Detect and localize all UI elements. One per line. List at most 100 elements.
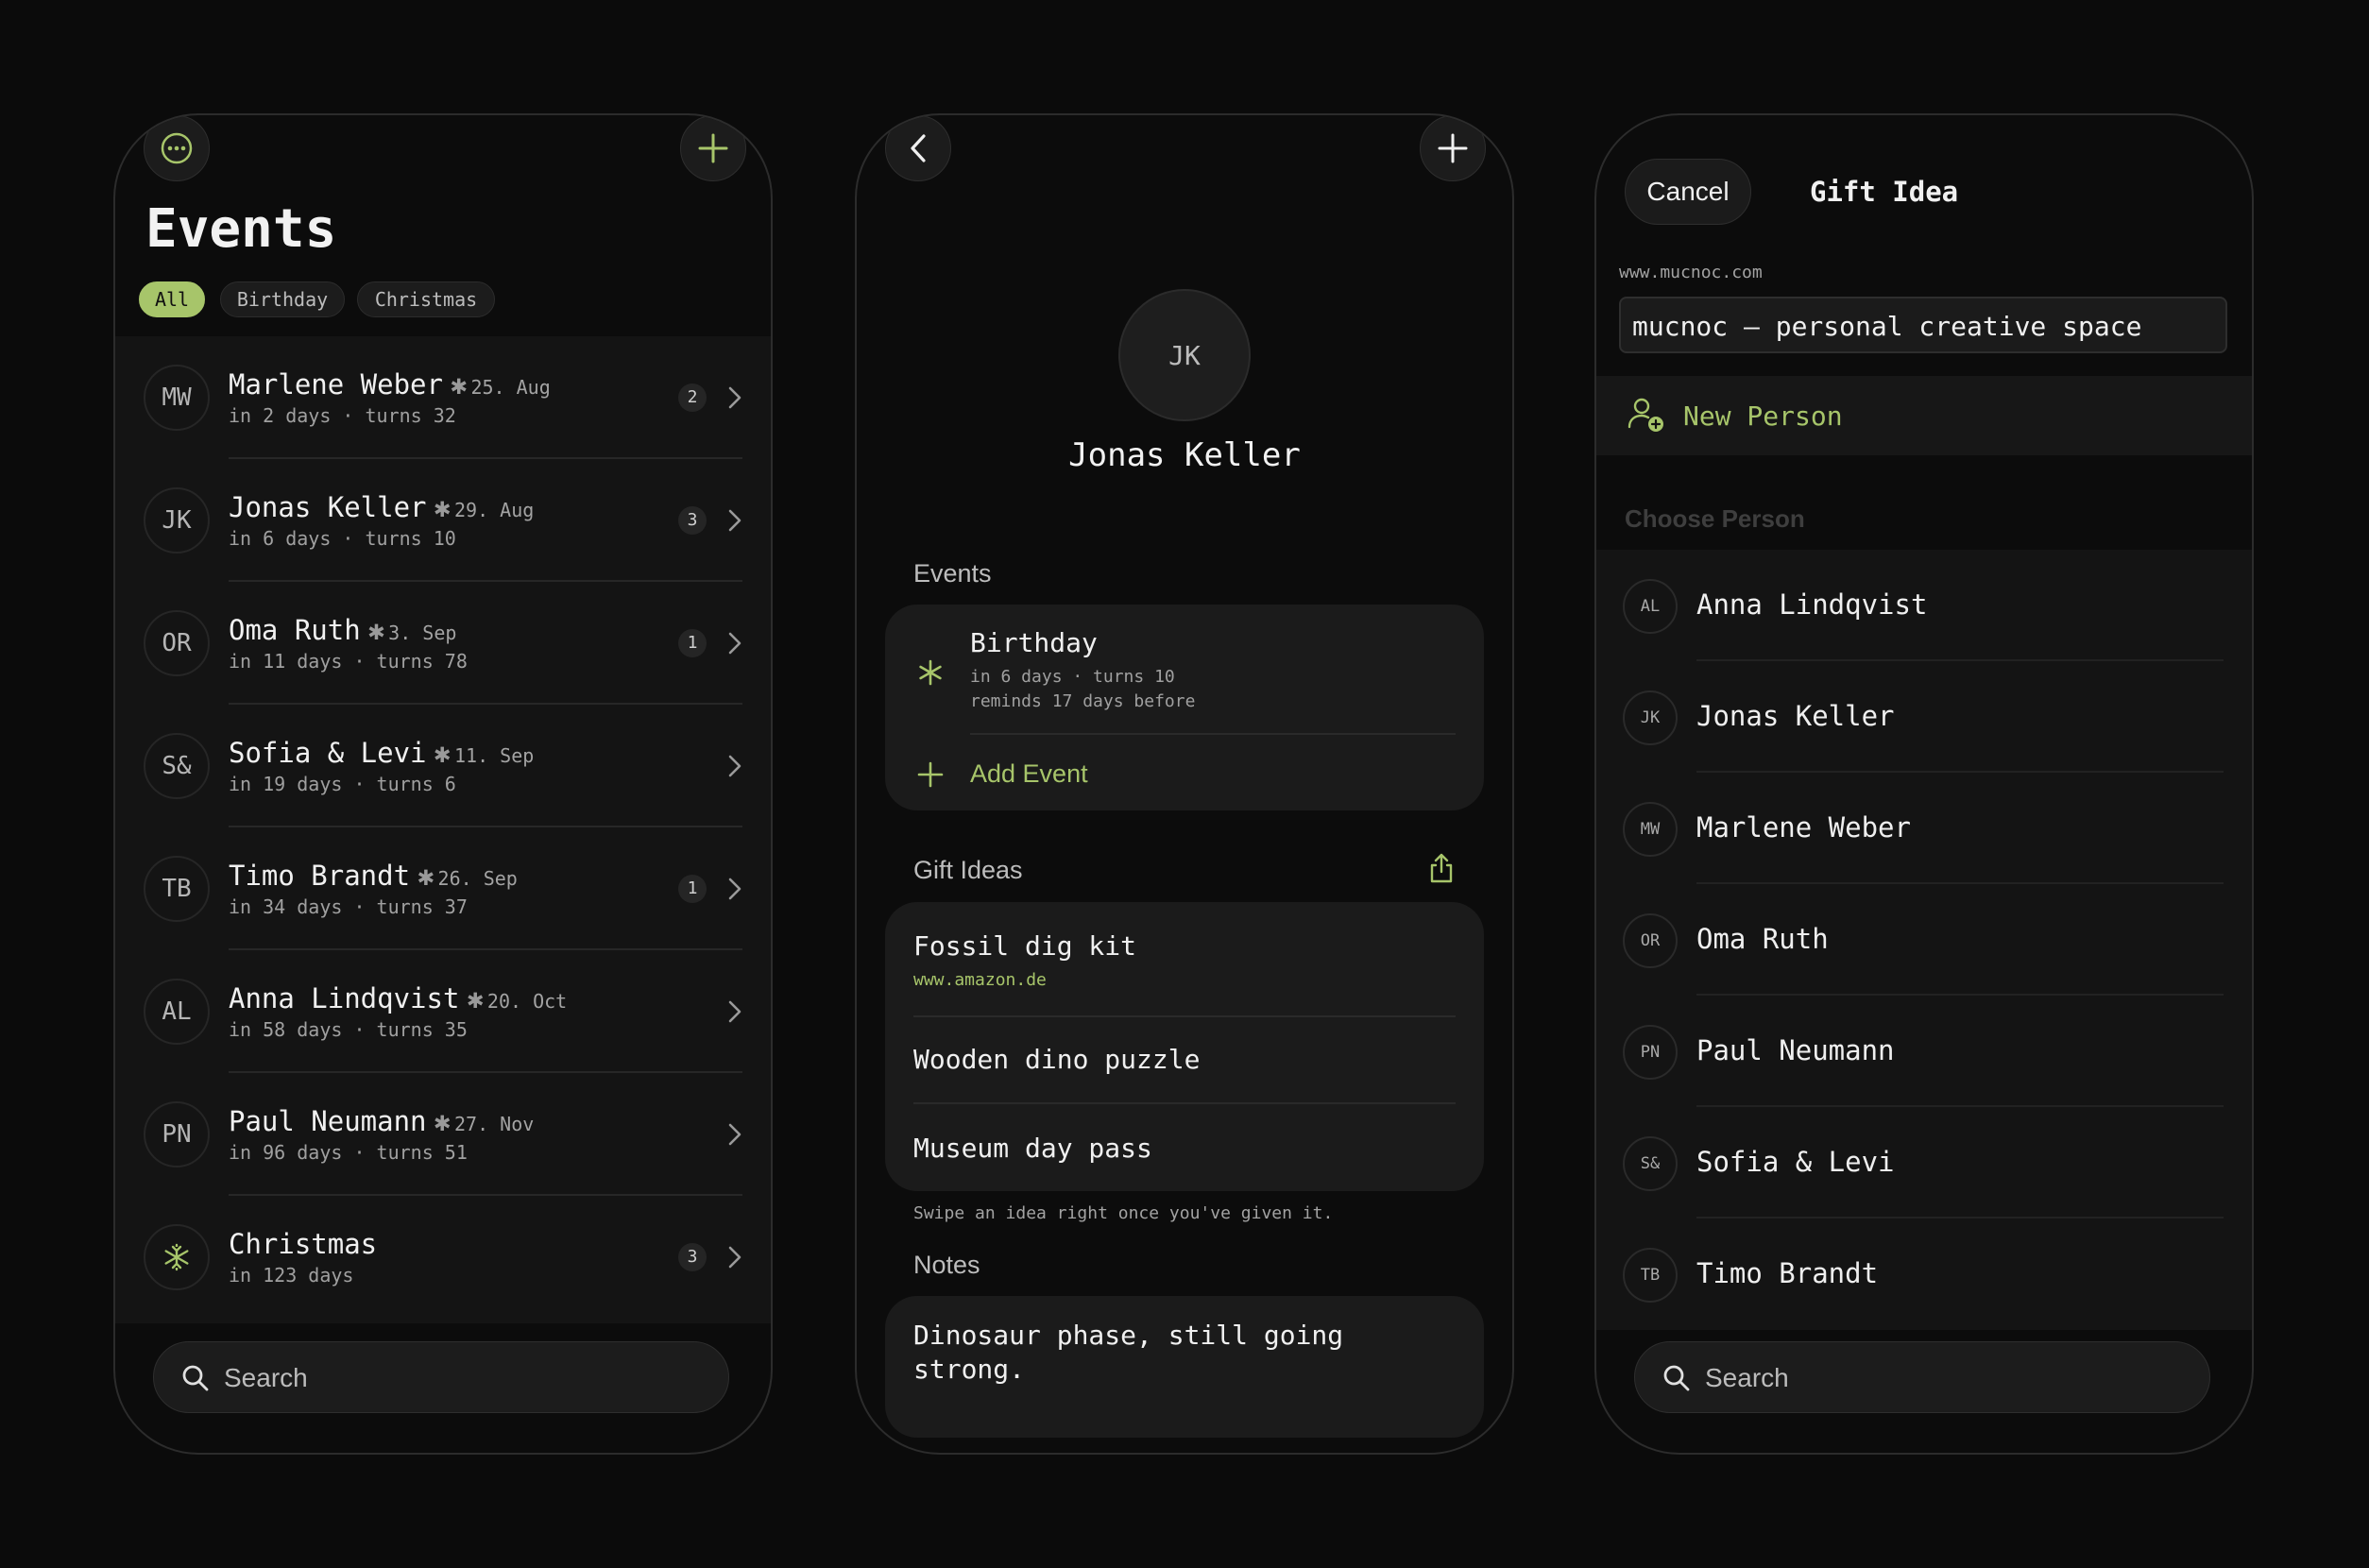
- event-name-line: Sofia & Levi ✱ 11. Sep: [229, 737, 534, 769]
- person-row[interactable]: JK Jonas Keller: [1596, 661, 2252, 773]
- search-placeholder: Search: [1705, 1363, 1789, 1392]
- gift-count-badge: 3: [678, 506, 707, 535]
- choose-person-header: Choose Person: [1625, 504, 1805, 533]
- person-name: Anna Lindqvist: [229, 982, 460, 1014]
- event-date: 25. Aug: [470, 376, 551, 399]
- snowflake-icon: [164, 1243, 189, 1271]
- chevron-left-icon: [911, 134, 926, 162]
- snowflake-avatar: [144, 1224, 210, 1290]
- event-row[interactable]: OR Oma Ruth ✱ 3. Sep in 11 days · turns 78 1: [115, 582, 771, 705]
- avatar: PN: [1623, 1025, 1678, 1080]
- event-row[interactable]: S& Sofia & Levi ✱ 11. Sep in 19 days · turns…: [115, 705, 771, 827]
- gift-hint: Swipe an idea right once you've given it…: [913, 1203, 1334, 1223]
- person-name: Timo Brandt: [229, 860, 411, 892]
- asterisk-icon: ✱: [434, 737, 451, 769]
- event-date: 20. Oct: [486, 990, 568, 1013]
- person-name: Jonas Keller: [229, 491, 427, 523]
- search-icon: [1663, 1365, 1690, 1391]
- event-title: Birthday: [970, 627, 1098, 658]
- chevron-right-icon: [728, 878, 741, 900]
- avatar: AL: [144, 979, 210, 1045]
- event-date: 11. Sep: [453, 744, 535, 767]
- gift-link[interactable]: www.amazon.de: [913, 970, 1047, 990]
- avatar: OR: [1623, 913, 1678, 968]
- person-name: Jonas Keller: [1696, 700, 1895, 732]
- cancel-button[interactable]: Cancel: [1625, 159, 1751, 225]
- person-row[interactable]: PN Paul Neumann: [1596, 996, 2252, 1107]
- event-subtitle: in 2 days · turns 32: [229, 404, 456, 427]
- avatar: JK: [1623, 690, 1678, 745]
- asterisk-icon: ✱: [434, 1105, 451, 1137]
- person-row[interactable]: TB Timo Brandt: [1596, 1219, 2252, 1330]
- new-person-button[interactable]: New Person: [1596, 376, 2252, 455]
- event-subtitle: in 19 days · turns 6: [229, 773, 456, 795]
- event-row[interactable]: JK Jonas Keller ✱ 29. Aug in 6 days · turns …: [115, 459, 771, 582]
- filter-chip-christmas[interactable]: Christmas: [357, 281, 495, 317]
- avatar: S&: [144, 733, 210, 799]
- event-date: 27. Nov: [453, 1113, 535, 1135]
- event-name-line: Anna Lindqvist ✱ 20. Oct: [229, 982, 567, 1014]
- page-title: Gift Idea: [1810, 176, 1959, 208]
- event-name-line: Marlene Weber ✱ 25. Aug: [229, 368, 551, 401]
- asterisk-icon: ✱: [450, 368, 468, 401]
- event-reminder: reminds 17 days before: [970, 691, 1196, 711]
- asterisk-icon: ✱: [467, 982, 484, 1014]
- add-button[interactable]: [1420, 115, 1486, 181]
- filter-chip-all[interactable]: All: [139, 281, 205, 317]
- search-bar[interactable]: Search: [153, 1341, 729, 1413]
- gift-title: Museum day pass: [913, 1133, 1152, 1164]
- person-name: Oma Ruth: [229, 614, 361, 646]
- gift-idea-item[interactable]: Museum day pass: [885, 1104, 1484, 1191]
- avatar: MW: [144, 365, 210, 431]
- filter-chip-birthday[interactable]: Birthday: [220, 281, 345, 317]
- event-row[interactable]: MW Marlene Weber ✱ 25. Aug in 2 days · turns…: [115, 336, 771, 459]
- add-event-button[interactable]: Add Event: [885, 737, 1484, 810]
- chevron-right-icon: [728, 755, 741, 777]
- gift-idea-screen: Cancel Gift Idea www.mucnoc.com mucnoc —…: [1594, 113, 2254, 1455]
- notes-section-header: Notes: [913, 1251, 980, 1279]
- person-name: Jonas Keller: [1068, 436, 1301, 474]
- events-section-header: Events: [913, 559, 992, 588]
- new-person-label: New Person: [1683, 401, 1843, 432]
- person-row[interactable]: AL Anna Lindqvist: [1596, 550, 2252, 661]
- event-row-christmas[interactable]: Christmas in 123 days 3: [115, 1196, 771, 1319]
- search-bar[interactable]: Search: [1634, 1341, 2210, 1413]
- asterisk-icon: ✱: [434, 491, 451, 523]
- gift-idea-item[interactable]: Fossil dig kit www.amazon.de: [885, 902, 1484, 1015]
- person-row[interactable]: OR Oma Ruth: [1596, 884, 2252, 996]
- event-row[interactable]: AL Anna Lindqvist ✱ 20. Oct in 58 days · tur…: [115, 950, 771, 1073]
- chevron-right-icon: [728, 1246, 741, 1269]
- gift-count-badge: 3: [678, 1243, 707, 1271]
- event-name: Christmas: [229, 1228, 378, 1260]
- people-list: AL Anna Lindqvist JK Jonas Keller MW Marlene …: [1596, 550, 2252, 1330]
- event-subtitle: in 34 days · turns 37: [229, 895, 468, 918]
- person-name: Timo Brandt: [1696, 1257, 1879, 1289]
- event-date: 3. Sep: [388, 622, 457, 644]
- plus-icon: [917, 761, 944, 788]
- more-icon: [161, 132, 193, 164]
- event-subtitle: in 123 days: [229, 1264, 354, 1287]
- person-name: Paul Neumann: [1696, 1034, 1895, 1066]
- person-row[interactable]: S& Sofia & Levi: [1596, 1107, 2252, 1219]
- gift-name-value: mucnoc — personal creative space: [1632, 311, 2142, 342]
- add-button[interactable]: [680, 115, 746, 181]
- more-button[interactable]: [144, 115, 210, 181]
- avatar: TB: [144, 856, 210, 922]
- event-date: 29. Aug: [453, 499, 535, 521]
- event-row[interactable]: PN Paul Neumann ✱ 27. Nov in 96 days · turns…: [115, 1073, 771, 1196]
- event-row[interactable]: TB Timo Brandt ✱ 26. Sep in 34 days · turns …: [115, 827, 771, 950]
- avatar: TB: [1623, 1248, 1678, 1303]
- person-row[interactable]: MW Marlene Weber: [1596, 773, 2252, 884]
- share-icon[interactable]: [1427, 852, 1456, 884]
- chevron-right-icon: [728, 386, 741, 409]
- notes-card[interactable]: Dinosaur phase, still going strong.: [885, 1296, 1484, 1438]
- person-name: Anna Lindqvist: [1696, 588, 1928, 621]
- gift-count-badge: 1: [678, 629, 707, 657]
- chevron-right-icon: [728, 1000, 741, 1023]
- person-detail-screen: JK Jonas Keller Events Birthday in 6 day…: [855, 113, 1514, 1455]
- event-subtitle: in 58 days · turns 35: [229, 1018, 468, 1041]
- gift-idea-item[interactable]: Wooden dino puzzle: [885, 1017, 1484, 1102]
- chevron-right-icon: [728, 1123, 741, 1146]
- back-button[interactable]: [885, 115, 951, 181]
- gift-name-field[interactable]: mucnoc — personal creative space: [1619, 297, 2227, 353]
